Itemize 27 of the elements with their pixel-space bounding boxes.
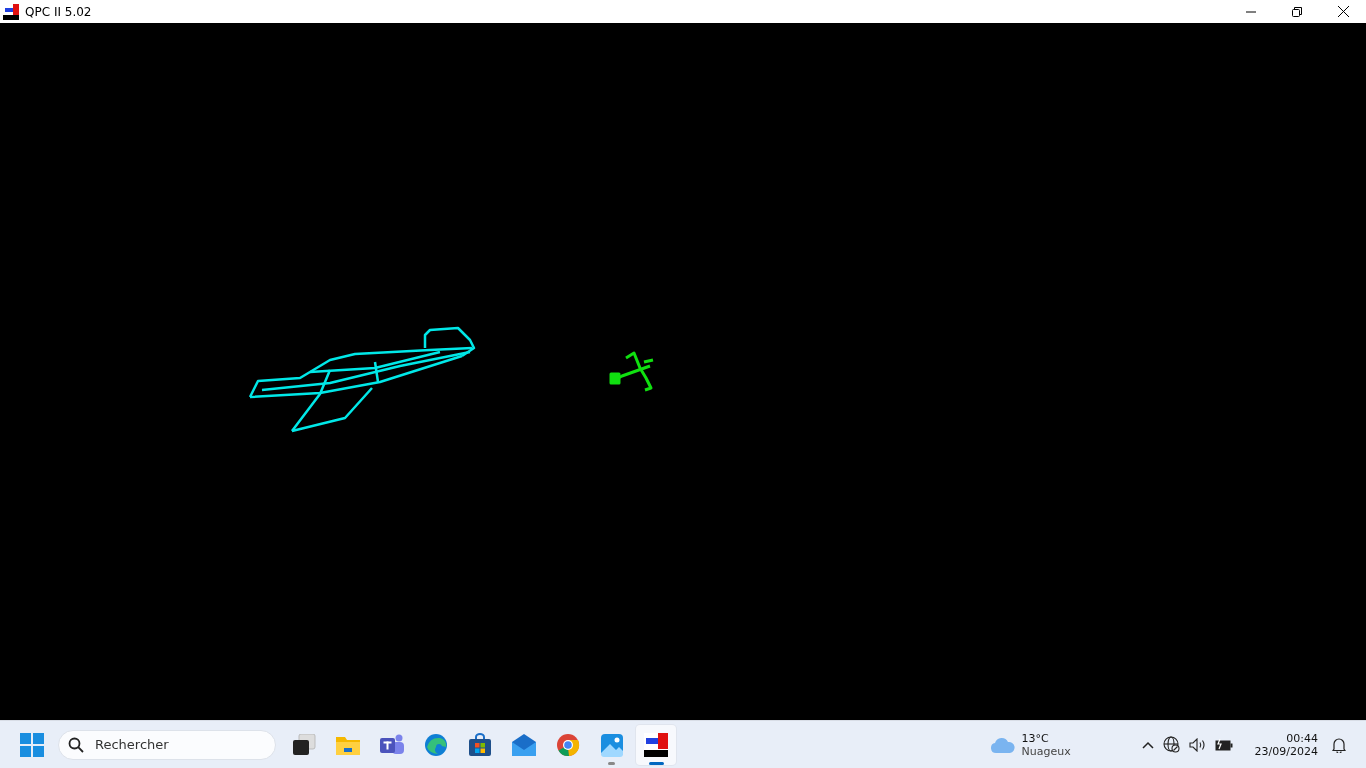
emulator-icon [644, 732, 668, 757]
app-icon [3, 3, 19, 20]
swirl-browser-icon [424, 732, 448, 757]
start-icon[interactable] [20, 732, 44, 757]
clock-time: 00:44 [1286, 731, 1318, 745]
notification-bell-icon[interactable] [1332, 736, 1346, 753]
clock-date: 23/09/2024 [1254, 744, 1318, 758]
globe-icon[interactable] [1162, 736, 1180, 753]
search-field[interactable]: Rechercher [58, 729, 276, 760]
envelope-icon [511, 733, 537, 756]
cloud-icon [989, 736, 1016, 753]
stacked-windows-icon [292, 733, 316, 756]
battery-icon[interactable] [1214, 738, 1233, 751]
chat-app-icon [379, 732, 405, 757]
speaker-icon[interactable] [1188, 737, 1206, 752]
shopping-bag-icon [468, 732, 492, 757]
small-plane-drawing [609, 351, 654, 392]
taskbar-app-button[interactable] [636, 724, 676, 765]
round-browser-icon [556, 732, 580, 757]
temperature: 13°C [1021, 731, 1050, 745]
picture-icon [600, 732, 624, 757]
weather-condition: Nuageux [1021, 744, 1072, 758]
close-icon [1337, 6, 1349, 17]
chevron-up-icon[interactable] [1141, 740, 1154, 749]
search-icon [68, 736, 84, 753]
restore-icon [1292, 6, 1302, 17]
window-title: QPC II 5.02 [25, 4, 92, 19]
